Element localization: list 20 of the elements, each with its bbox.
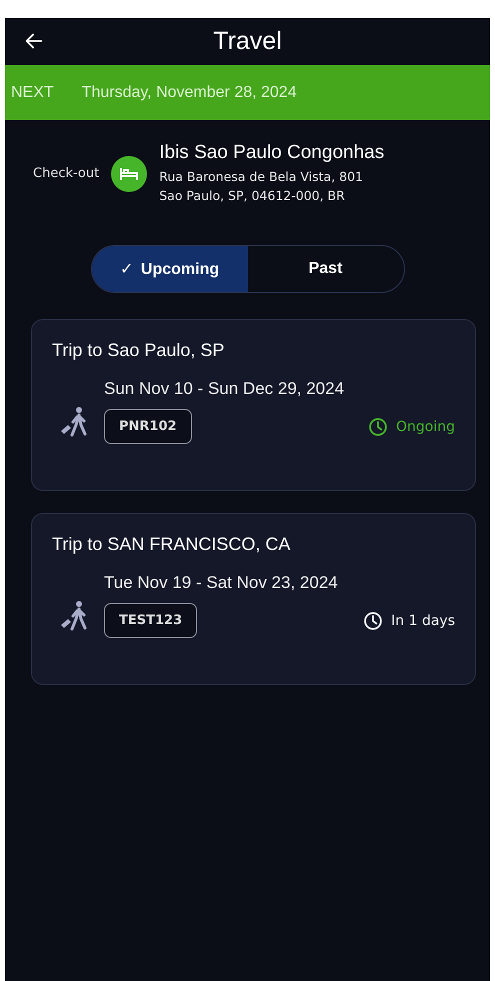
trip-dates: Tue Nov 19 - Sat Nov 23, 2024 (104, 573, 339, 593)
filter-tab[interactable]: ✓ Upcoming (92, 246, 248, 292)
trip-dates: Sun Nov 10 - Sun Dec 29, 2024 (104, 379, 346, 399)
trip-status: Ongoing (396, 418, 455, 434)
booking-code-tag: TEST123 (104, 603, 198, 638)
hotel-address-line: Rua Baronesa de Bela Vista, 801 (159, 168, 364, 186)
trip-status: In 1 days (391, 612, 455, 628)
screen-title: Travel (213, 27, 282, 56)
hotel-address-line: Sao Paulo, SP, 04612-000, BR (159, 187, 346, 205)
trip-title: Trip to Sao Paulo, SP (52, 340, 226, 361)
event-type-label: Check-out (33, 166, 100, 181)
trip-title: Trip to SAN FRANCISCO, CA (52, 534, 292, 555)
next-date: Thursday, November 28, 2024 (82, 84, 297, 102)
filter-tab[interactable]: Past (248, 246, 404, 292)
trip-card[interactable]: Trip to SAN FRANCISCO, CA Tue Nov 19 - Sat Nov 23, 2024 TEST123 In 1 days (31, 513, 476, 685)
bed-icon (111, 156, 148, 192)
trip-card[interactable]: Trip to Sao Paulo, SP Sun Nov 10 - Sun Dec 29, 2024 PNR102 Ongoing (31, 319, 476, 491)
next-label: NEXT (11, 84, 54, 102)
hotel-name: Ibis Sao Paulo Congonhas (159, 142, 384, 164)
booking-code-tag: PNR102 (104, 409, 192, 444)
